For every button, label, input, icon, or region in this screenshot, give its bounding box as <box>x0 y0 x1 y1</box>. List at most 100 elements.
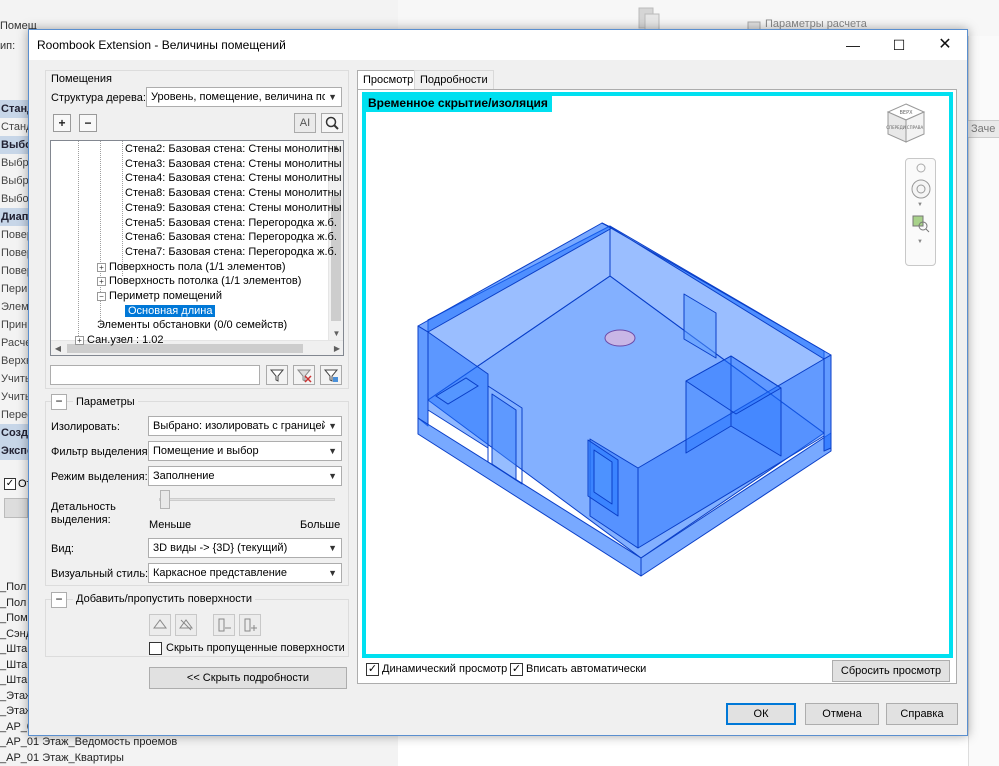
cancel-button[interactable]: Отмена <box>805 703 879 725</box>
chevron-down-icon: ▼ <box>328 471 337 481</box>
filter-icon <box>269 369 285 382</box>
chevron-down-icon[interactable]: ▼ <box>917 202 923 208</box>
steering-wheel-icon[interactable] <box>909 177 933 201</box>
clear-filter-icon <box>296 369 312 383</box>
detail-label: Детальность <box>51 501 116 513</box>
hide-skipped-checkbox[interactable] <box>149 642 162 655</box>
background-view-item[interactable]: _AP_01 Этаж_Ведомость проемов <box>0 735 200 751</box>
tree-item[interactable]: + Сан.узел : 1.02 <box>75 333 163 348</box>
skip-surface-button[interactable] <box>175 614 197 636</box>
hide-details-button[interactable]: << Скрыть подробности <box>149 667 347 689</box>
tree-item[interactable]: + Поверхность пола (1/1 элементов) <box>97 260 286 275</box>
tab-preview[interactable]: Просмотр <box>357 70 420 91</box>
expand-icon[interactable]: + <box>97 277 106 287</box>
viewcube-icon[interactable]: ВЕРХ СПЕРЕДИ СПРАВА <box>884 102 928 146</box>
tree-item-label: Сан.узел : 1.02 <box>87 334 164 347</box>
reset-preview-button[interactable]: Сбросить просмотр <box>832 660 950 682</box>
add-surface-button[interactable] <box>149 614 171 636</box>
edge-add-icon <box>244 618 257 632</box>
tree-item-label: Периметр помещений <box>109 290 222 302</box>
background-checkbox[interactable]: ✓ <box>4 478 16 490</box>
fit-auto-checkbox[interactable]: ✓ <box>510 663 523 676</box>
background-button[interactable] <box>4 498 28 518</box>
viewcube-top-label: ВЕРХ <box>899 110 913 116</box>
scroll-left-icon[interactable]: ◀ <box>51 341 65 355</box>
add-edge-button[interactable] <box>239 614 261 636</box>
tree-structure-select[interactable]: Уровень, помещение, величина поме ▼ <box>146 87 342 107</box>
tree-item[interactable]: Основная длина <box>125 304 216 319</box>
detail-slider-track[interactable] <box>159 498 335 501</box>
detail-slider-thumb[interactable] <box>159 490 170 509</box>
help-button[interactable]: Справка <box>886 703 958 725</box>
chevron-down-icon: ▼ <box>328 92 337 102</box>
selection-mode-select[interactable]: Заполнение ▼ <box>148 466 342 486</box>
scroll-right-icon[interactable]: ▶ <box>330 341 343 355</box>
tree-item-label: Стена3: Базовая стена: Стены монолитны <box>125 157 342 170</box>
isolate-select[interactable]: Выбрано: изолировать с границей 3D ▼ <box>148 416 342 436</box>
dynamic-preview-checkbox[interactable]: ✓ <box>366 663 379 676</box>
tab-details[interactable]: Подробности <box>414 70 494 90</box>
collapse-all-button[interactable]: − <box>79 114 97 132</box>
surfaces-collapse-button[interactable]: − <box>51 592 67 608</box>
dialog-titlebar[interactable]: Roombook Extension - Величины помещений … <box>29 30 967 60</box>
tree-item[interactable]: − Периметр помещений <box>97 289 222 304</box>
edge-remove-icon <box>218 618 231 632</box>
view-select[interactable]: 3D виды -> {3D} (текущий) ▼ <box>148 538 342 558</box>
visual-style-label: Визуальный стиль: <box>51 568 149 580</box>
selection-mode-value: Заполнение <box>153 470 215 482</box>
surface-add-icon <box>153 619 167 629</box>
tree-structure-label: Структура дерева: <box>51 92 146 104</box>
rooms-tree[interactable]: ▲ ▼ ◀ ▶ Стена2: Базовая стена: Стены мон… <box>50 140 344 356</box>
background-view-item[interactable]: _AP_01 Этаж_Квартиры <box>0 751 200 766</box>
tree-item[interactable]: Стена5: Базовая стена: Перегородка ж.б. <box>125 216 337 231</box>
tree-search-input[interactable] <box>50 365 260 385</box>
expand-icon[interactable]: + <box>75 336 84 346</box>
search-button[interactable] <box>321 113 343 133</box>
tree-structure-value: Уровень, помещение, величина поме <box>151 91 325 103</box>
background-right-strip <box>968 36 999 766</box>
tree-item[interactable]: Стена6: Базовая стена: Перегородка ж.б. <box>125 230 337 245</box>
tree-item[interactable]: Стена9: Базовая стена: Стены монолитны <box>125 201 342 216</box>
detail-label-2: выделения: <box>51 514 111 526</box>
filter-settings-button[interactable] <box>320 365 342 385</box>
tree-item[interactable]: Стена3: Базовая стена: Стены монолитны <box>125 157 342 172</box>
preview-3d-viewport[interactable]: Временное скрытие/изоляция ВЕРХ СПЕРЕДИ … <box>362 92 953 658</box>
ceiling-light <box>604 329 636 347</box>
tree-item-label: Стена5: Базовая стена: Перегородка ж.б. <box>125 216 337 229</box>
close-button[interactable]: ✕ <box>922 30 968 60</box>
ok-button[interactable]: ОК <box>726 703 796 725</box>
tree-item-label: Стена6: Базовая стена: Перегородка ж.б. <box>125 231 337 244</box>
chevron-down-icon: ▼ <box>328 421 337 431</box>
minimize-button[interactable]: — <box>830 30 876 60</box>
tree-item[interactable]: Элементы обстановки (0/0 семейств) <box>97 318 287 333</box>
remove-edge-button[interactable] <box>213 614 235 636</box>
chevron-down-icon: ▼ <box>328 568 337 578</box>
zoom-region-icon[interactable] <box>911 214 931 234</box>
chevron-down-icon[interactable]: ▼ <box>917 239 923 245</box>
ai-button[interactable]: AI <box>294 113 316 133</box>
roombook-dialog: Roombook Extension - Величины помещений … <box>28 29 968 736</box>
tree-item[interactable]: Стена7: Базовая стена: Перегородка ж.б. <box>125 245 337 260</box>
tree-item[interactable]: Стена4: Базовая стена: Стены монолитны <box>125 171 342 186</box>
selection-filter-label: Фильтр выделения: <box>51 446 151 458</box>
visual-style-value: Каркасное представление <box>153 567 288 579</box>
filter-button[interactable] <box>266 365 288 385</box>
tree-item[interactable]: + Поверхность потолка (1/1 элементов) <box>97 274 301 289</box>
tree-item-label: Стена4: Базовая стена: Стены монолитны <box>125 172 342 185</box>
close-navbar-icon[interactable] <box>915 162 927 174</box>
selection-filter-select[interactable]: Помещение и выбор ▼ <box>148 441 342 461</box>
parameters-collapse-button[interactable]: − <box>51 394 67 410</box>
tree-item[interactable]: Стена2: Базовая стена: Стены монолитны <box>125 142 342 157</box>
navigation-bar[interactable]: ▼ ▼ <box>905 158 936 266</box>
expand-icon[interactable]: + <box>97 262 106 272</box>
scroll-down-icon[interactable]: ▼ <box>329 327 343 341</box>
maximize-button[interactable]: ☐ <box>876 30 922 60</box>
expand-all-button[interactable]: + <box>53 114 71 132</box>
tree-item-label: Основная длина <box>125 304 216 317</box>
tree-item[interactable]: Стена8: Базовая стена: Стены монолитны <box>125 186 342 201</box>
collapse-icon[interactable]: − <box>97 292 106 301</box>
search-icon <box>325 116 339 130</box>
visual-style-select[interactable]: Каркасное представление ▼ <box>148 563 342 583</box>
clear-filter-button[interactable] <box>293 365 315 385</box>
tree-item-label: Поверхность потолка (1/1 элементов) <box>109 275 302 288</box>
